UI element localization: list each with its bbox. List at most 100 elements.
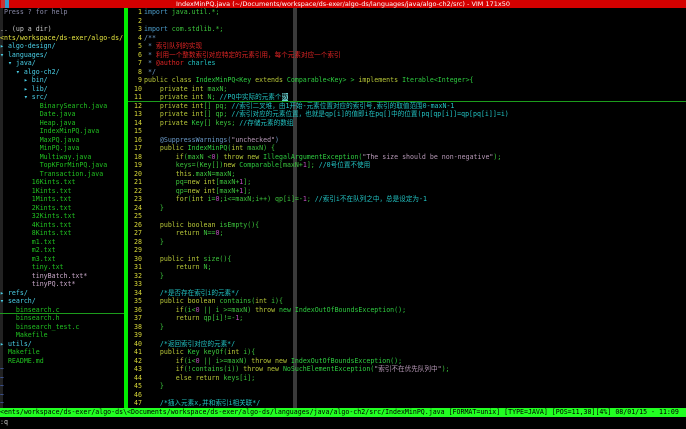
tree-entry[interactable]: 4Kints.txt bbox=[0, 221, 124, 230]
code-line[interactable]: 4/** bbox=[128, 34, 686, 43]
code-line[interactable]: 21 pq=new int[maxN+1]; bbox=[128, 178, 686, 187]
tree-entry[interactable]: 32Kints.txt bbox=[0, 212, 124, 221]
tree-directory[interactable]: ▾ src/ bbox=[0, 93, 124, 102]
tree-entry[interactable]: 2Kints.txt bbox=[0, 204, 124, 213]
tree-entry[interactable]: 8Kints.txt bbox=[0, 229, 124, 238]
code-line[interactable]: 8 */ bbox=[128, 68, 686, 77]
code-line[interactable]: 28 } bbox=[128, 238, 686, 247]
code-line[interactable]: 1 import java.util.*; bbox=[128, 8, 686, 17]
tree-entry[interactable]: binsearch_test.c bbox=[0, 323, 124, 332]
code-token: if bbox=[144, 305, 184, 314]
tree-directory[interactable]: ▾ search/ bbox=[0, 297, 124, 306]
code-line[interactable]: 22 qp=new int[maxN+1]; bbox=[128, 187, 686, 196]
code-line[interactable]: 45 } bbox=[128, 382, 686, 391]
tree-entry[interactable]: README.md bbox=[0, 357, 124, 366]
code-editor[interactable]: 1 import java.util.*; 2 3 import com.stdlib.… bbox=[128, 8, 686, 408]
code-line[interactable]: 27 return N==0; bbox=[128, 229, 686, 238]
tree-entry[interactable]: Transaction.java bbox=[0, 170, 124, 179]
code-line[interactable]: 43 if(!contains(i)) throw new NoSuchElem… bbox=[128, 365, 686, 374]
tree-directory[interactable]: ▾ java/ bbox=[0, 59, 124, 68]
tree-entry[interactable]: binsearch.c bbox=[0, 306, 124, 314]
code-line[interactable]: 19 keys=(Key[])new Comparable[maxN+1]; /… bbox=[128, 161, 686, 170]
tree-entry[interactable]: tinyPQ.txt* bbox=[0, 280, 124, 289]
code-line[interactable]: 11 private int N; //PQ中实际的元素个数 bbox=[128, 93, 686, 102]
code-line[interactable]: 23 for(int i=0;i<=maxN;i++) qp[i]=-1; //… bbox=[128, 195, 686, 204]
tree-entry[interactable] bbox=[0, 17, 124, 26]
tree-entry[interactable]: TopKForMinPQ.java bbox=[0, 161, 124, 170]
code-token: throw new bbox=[243, 365, 283, 373]
code-line[interactable]: 42 if(i<0 || i>=maxN) throw new IndexOut… bbox=[128, 357, 686, 366]
tree-directory[interactable]: ▸ lib/ bbox=[0, 85, 124, 94]
code-line[interactable]: 30 public int size(){ bbox=[128, 255, 686, 264]
code-line[interactable]: 37 return qp[i]!=-1; bbox=[128, 314, 686, 323]
tree-entry[interactable]: IndexMinPQ.java bbox=[0, 127, 124, 136]
tree-entry[interactable]: binsearch.h bbox=[0, 314, 124, 323]
code-line[interactable]: 24 } bbox=[128, 204, 686, 213]
tree-directory[interactable]: ▸ algo-design/ bbox=[0, 42, 124, 51]
tree-entry[interactable]: Multiway.java bbox=[0, 153, 124, 162]
tree-entry[interactable]: m1.txt bbox=[0, 238, 124, 247]
tree-directory[interactable]: ▸ refs/ bbox=[0, 289, 124, 298]
code-line[interactable]: 41 public Key keyOf(int i){ bbox=[128, 348, 686, 357]
tree-directory[interactable]: ▸ utils/ bbox=[0, 340, 124, 349]
code-line[interactable]: 32 } bbox=[128, 272, 686, 281]
tree-entry[interactable]: m3.txt bbox=[0, 255, 124, 264]
code-line[interactable]: 7 * @author charles bbox=[128, 59, 686, 68]
code-line[interactable]: 20 this.maxN=maxN; bbox=[128, 170, 686, 179]
tree-entry[interactable]: BinarySearch.java bbox=[0, 102, 124, 111]
command-line[interactable]: :q bbox=[0, 417, 686, 427]
code-line[interactable]: 29 bbox=[128, 246, 686, 255]
code-line[interactable]: 36 if(i<0 || i >=maxN) throw new IndexOu… bbox=[128, 306, 686, 315]
code-line[interactable]: 39 bbox=[128, 331, 686, 340]
code-token: for bbox=[144, 195, 188, 203]
tree-entry[interactable]: 16Kints.txt bbox=[0, 178, 124, 187]
code-token: extends bbox=[255, 76, 287, 84]
tree-entry[interactable]: tinyBatch.txt* bbox=[0, 272, 124, 281]
tree-entry[interactable]: .. (up a dir) bbox=[0, 25, 124, 34]
code-token: } bbox=[144, 271, 164, 280]
tree-entry[interactable]: MinPQ.java bbox=[0, 144, 124, 153]
tree-entry[interactable]: tiny.txt bbox=[0, 263, 124, 272]
code-line[interactable]: 9 public class IndexMinPQ<Key extends Com… bbox=[128, 76, 686, 85]
code-line[interactable]: 26 public boolean isEmpty(){ bbox=[128, 221, 686, 230]
code-line[interactable]: 17 public IndexMinPQ(int maxN) { bbox=[128, 144, 686, 153]
tree-entry[interactable]: <nts/workspace/ds-exer/algo-ds/ bbox=[0, 34, 124, 43]
code-line[interactable]: 34 /*是否存在索引i的元素*/ bbox=[128, 289, 686, 298]
tree-directory[interactable]: ▸ bin/ bbox=[0, 76, 124, 85]
code-line[interactable]: 5 * 索引队列的实现 bbox=[128, 42, 686, 51]
code-line[interactable]: 16 @SuppressWarnings("unchecked") bbox=[128, 136, 686, 145]
code-line[interactable]: 14 private Key[] keys; //存储元素的数组 bbox=[128, 119, 686, 128]
code-line[interactable]: 35 public boolean contains(int i){ bbox=[128, 297, 686, 306]
vim-app-icon[interactable] bbox=[1, 0, 9, 8]
tree-entry[interactable]: m2.txt bbox=[0, 246, 124, 255]
tree-entry[interactable]: Heap.java bbox=[0, 119, 124, 128]
code-line[interactable]: 38 } bbox=[128, 323, 686, 332]
code-line[interactable]: 6 * 利用一个整数索引对应特定的元素引用，每个元素对应一个索引 bbox=[128, 51, 686, 60]
tree-entry[interactable]: Makefile bbox=[0, 348, 124, 357]
code-line[interactable]: 25 bbox=[128, 212, 686, 221]
code-token: if bbox=[144, 152, 184, 161]
code-token: public bbox=[144, 144, 188, 152]
tree-entry[interactable]: Makefile bbox=[0, 331, 124, 340]
nerdtree-file-explorer[interactable]: Press ? for help .. (up a dir) <nts/worksp… bbox=[0, 8, 124, 408]
code-line[interactable]: 3 import com.stdlib.*; bbox=[128, 25, 686, 34]
code-line[interactable]: 33 bbox=[128, 280, 686, 289]
tree-entry[interactable]: Date.java bbox=[0, 110, 124, 119]
code-line[interactable]: 44 else return keys[i]; bbox=[128, 374, 686, 383]
code-line[interactable]: 13 private int[] qp; //索引对应的元素位置，也就是qp[i… bbox=[128, 110, 686, 119]
empty-line-marker: ~ bbox=[0, 373, 4, 382]
code-line[interactable]: 15 bbox=[128, 127, 686, 136]
code-line[interactable]: 18 if(maxN <0) throw new IllegalArgument… bbox=[128, 153, 686, 162]
tree-directory[interactable]: ▾ languages/ bbox=[0, 51, 124, 60]
code-line[interactable]: 31 return N; bbox=[128, 263, 686, 272]
tree-entry[interactable]: 1Kints.txt bbox=[0, 187, 124, 196]
code-line[interactable]: 47 /*插入元素x,并和索引i相关联*/ bbox=[128, 399, 686, 408]
tree-entry[interactable]: 1Mints.txt bbox=[0, 195, 124, 204]
code-line[interactable]: 2 bbox=[128, 17, 686, 26]
tree-entry[interactable]: MaxPQ.java bbox=[0, 136, 124, 145]
tree-directory[interactable]: ▾ algo-ch2/ bbox=[0, 68, 124, 77]
code-line[interactable]: 10 private int maxN; bbox=[128, 85, 686, 94]
code-line[interactable]: 12 private int[] pq; //索引二叉堆，由1开始-元素位置对应… bbox=[128, 102, 686, 111]
code-line[interactable]: 46 bbox=[128, 391, 686, 400]
code-line[interactable]: 40 /*返回索引对应的元素*/ bbox=[128, 340, 686, 349]
